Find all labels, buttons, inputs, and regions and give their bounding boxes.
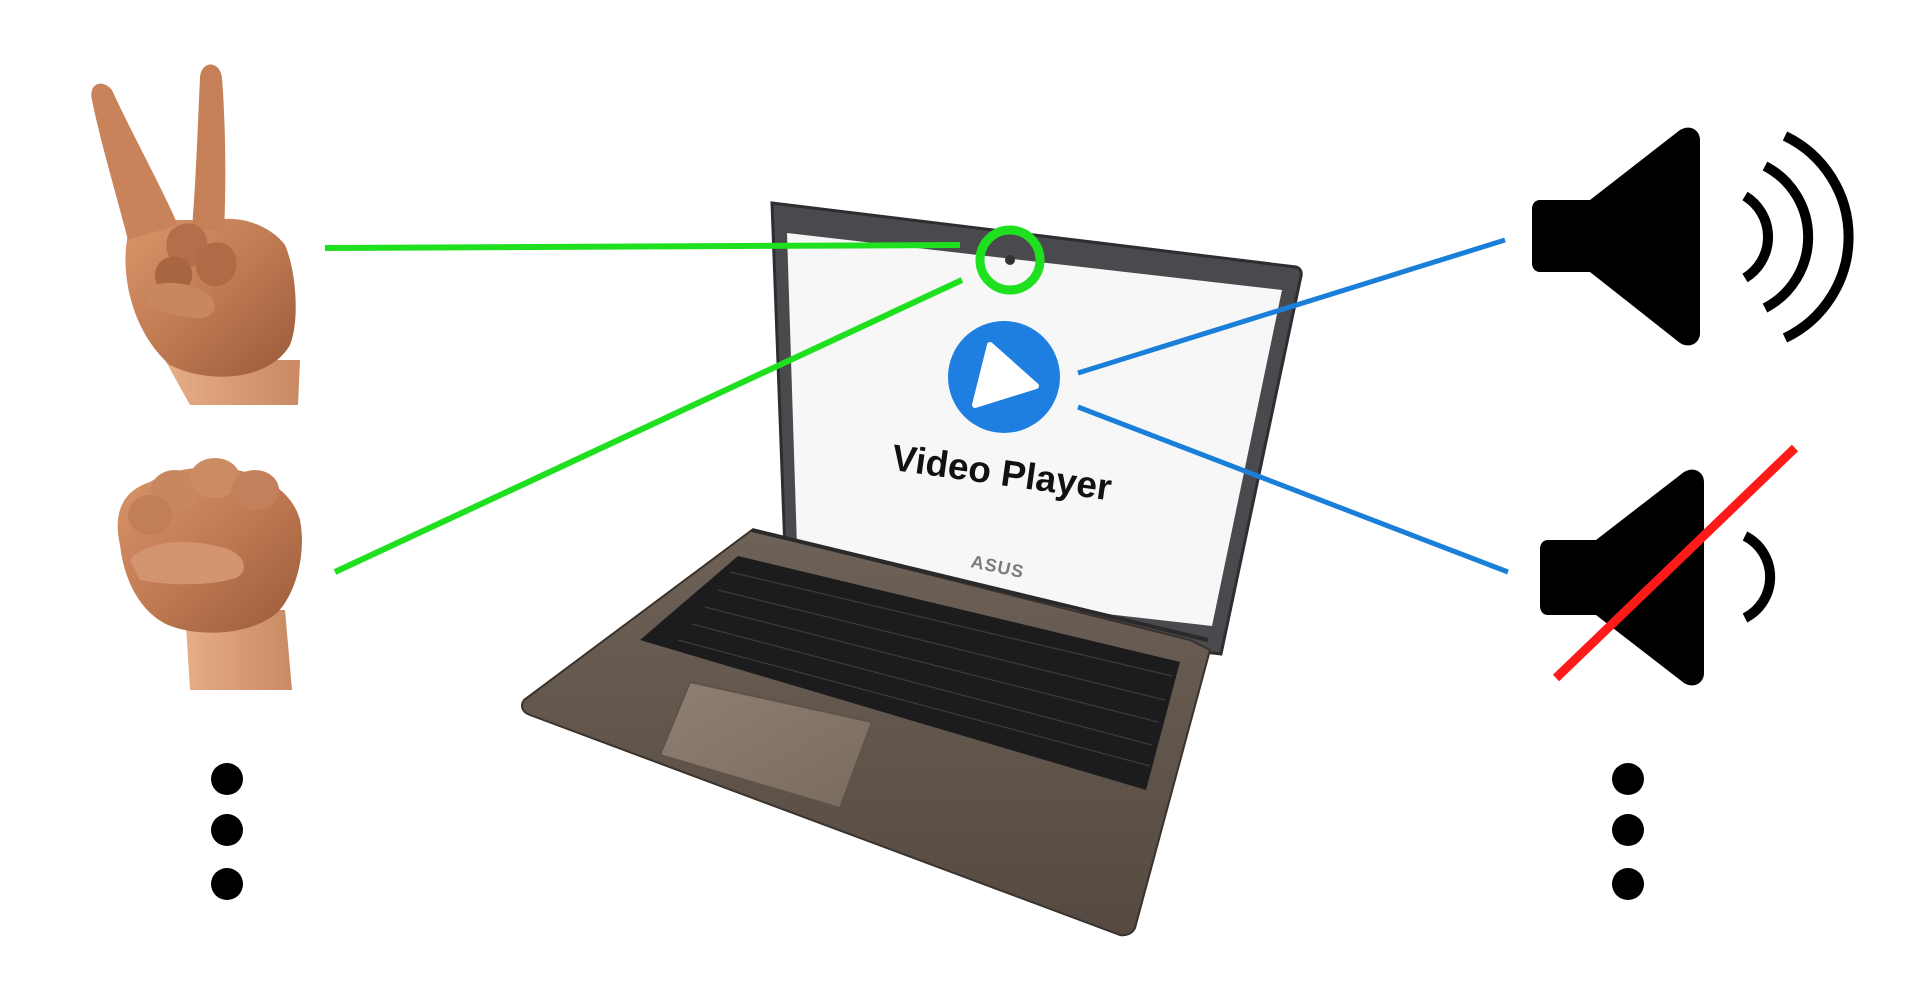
mute-speaker-icon[interactable] bbox=[1540, 444, 1799, 686]
peace-sign-hand-icon bbox=[91, 64, 300, 405]
more-gestures-ellipsis-icon bbox=[211, 763, 243, 900]
fist-hand-icon bbox=[117, 458, 302, 690]
more-actions-ellipsis-icon bbox=[1612, 763, 1644, 900]
webcam-icon bbox=[1005, 255, 1015, 265]
volume-up-speaker-icon[interactable] bbox=[1532, 127, 1854, 346]
peace-sign-link bbox=[324, 242, 961, 251]
laptop: ASUS bbox=[521, 201, 1303, 937]
gesture-control-diagram: ASUS Video Player bbox=[91, 64, 1854, 937]
